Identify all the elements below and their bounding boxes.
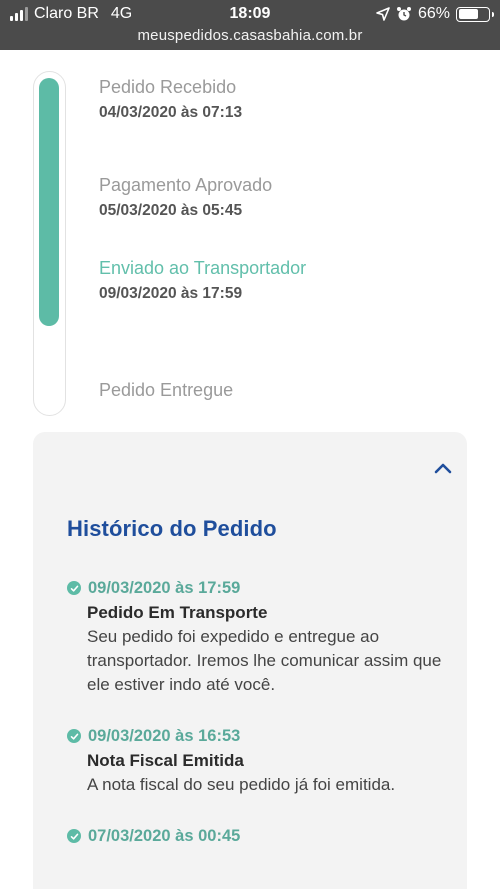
history-entry: 09/03/2020 às 16:53 Nota Fiscal Emitida …	[67, 725, 447, 797]
location-arrow-icon	[376, 7, 390, 21]
history-title: Histórico do Pedido	[67, 516, 277, 541]
entry-description: A nota fiscal do seu pedido já foi emiti…	[87, 775, 396, 794]
step-date: 05/03/2020 às 05:45	[99, 202, 243, 219]
url-bar[interactable]: meuspedidos.casasbahia.com.br	[0, 27, 500, 44]
timeline-step-delivered: Pedido Entregue	[99, 379, 233, 401]
order-progress-fill	[39, 78, 59, 326]
history-entry: 07/03/2020 às 00:45	[67, 825, 447, 847]
history-entry: 09/03/2020 às 17:59 Pedido Em Transporte…	[67, 577, 447, 697]
step-title: Pagamento Aprovado	[99, 175, 273, 195]
entry-date: 09/03/2020 às 17:59	[88, 579, 241, 597]
step-date: 09/03/2020 às 17:59	[99, 285, 243, 302]
timeline-step-shipped: Enviado ao Transportador 09/03/2020 às 1…	[99, 257, 306, 304]
chevron-up-icon[interactable]	[431, 458, 455, 478]
entry-date: 07/03/2020 às 00:45	[88, 827, 241, 845]
order-history-card: Histórico do Pedido 09/03/2020 às 17:59 …	[33, 432, 467, 889]
timeline-step-payment: Pagamento Aprovado 05/03/2020 às 05:45	[99, 174, 272, 221]
check-circle-icon	[67, 829, 81, 843]
step-date: 04/03/2020 às 07:13	[99, 104, 243, 121]
timeline-step-received: Pedido Recebido 04/03/2020 às 07:13	[99, 76, 242, 123]
order-progress-track	[33, 71, 66, 416]
alarm-icon	[396, 7, 411, 21]
battery-icon	[456, 6, 494, 22]
entry-title: Nota Fiscal Emitida	[87, 751, 244, 770]
step-title: Pedido Recebido	[99, 77, 237, 97]
step-title: Enviado ao Transportador	[99, 258, 307, 278]
check-circle-icon	[67, 729, 81, 743]
entry-description: Seu pedido foi expedido e entregue ao tr…	[87, 627, 442, 694]
entry-date: 09/03/2020 às 16:53	[88, 727, 241, 745]
step-title: Pedido Entregue	[99, 380, 234, 400]
status-bar: Claro BR 4G 18:09 66% meuspedidos.casasb…	[0, 0, 500, 50]
battery-percent: 66%	[417, 5, 450, 22]
entry-title: Pedido Em Transporte	[87, 603, 268, 622]
check-circle-icon	[67, 581, 81, 595]
